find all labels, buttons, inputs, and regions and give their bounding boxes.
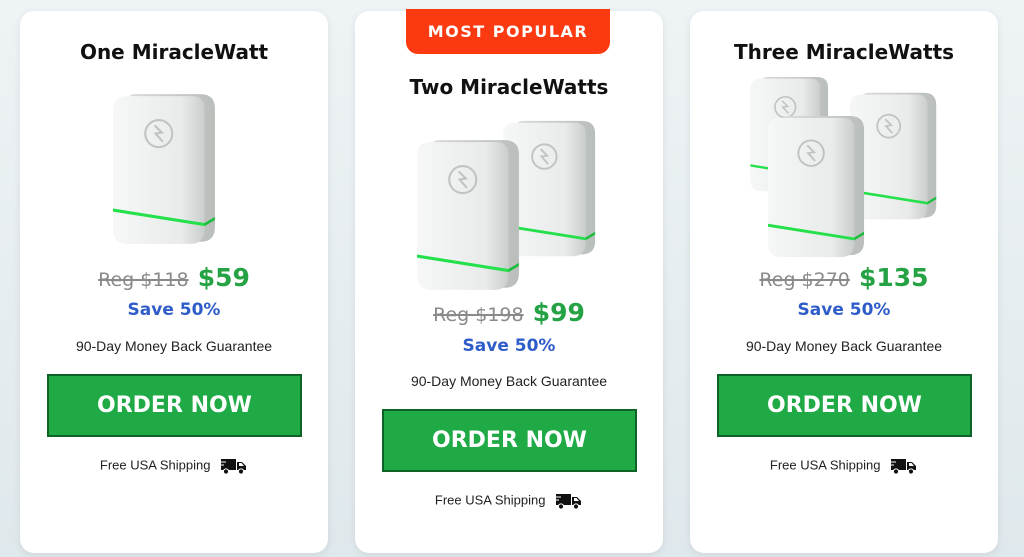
order-now-button[interactable]: ORDER NOW (47, 374, 302, 437)
most-popular-badge: MOST POPULAR (406, 9, 610, 54)
shipping-info: Free USA Shipping (20, 457, 328, 475)
product-card-two: MOST POPULAR Two MiracleWatts Reg $198 $… (355, 9, 663, 553)
product-title: Three MiracleWatts (733, 40, 955, 64)
product-image (113, 92, 217, 246)
shipping-label: Free USA Shipping (434, 492, 546, 508)
truck-icon (555, 492, 583, 510)
truck-icon (890, 457, 918, 475)
sale-price: $59 (197, 263, 250, 292)
product-image (749, 77, 938, 259)
price-row: Reg $118 $59 (20, 263, 328, 292)
save-label: Save 50% (127, 300, 221, 320)
regular-price: Reg $118 (98, 269, 189, 291)
order-now-button[interactable]: ORDER NOW (717, 374, 972, 437)
truck-icon (220, 457, 248, 475)
save-label: Save 50% (797, 300, 891, 320)
product-card-one: One MiracleWatt Reg $118 $59 Save 50% 90… (20, 11, 328, 553)
regular-price: Reg $270 (759, 269, 850, 291)
regular-price: Reg $198 (433, 304, 524, 326)
sale-price: $135 (859, 263, 929, 292)
guarantee-text: 90-Day Money Back Guarantee (410, 373, 608, 389)
price-row: Reg $270 $135 (690, 263, 998, 292)
product-card-three: Three MiracleWatts Reg $270 $135 Save 50… (690, 11, 998, 553)
shipping-info: Free USA Shipping (690, 457, 998, 475)
save-label: Save 50% (462, 336, 556, 356)
sale-price: $99 (532, 298, 585, 327)
order-now-button[interactable]: ORDER NOW (382, 409, 637, 472)
shipping-label: Free USA Shipping (99, 457, 211, 473)
product-title: Two MiracleWatts (409, 75, 609, 99)
shipping-info: Free USA Shipping (355, 492, 663, 510)
product-title: One MiracleWatt (79, 40, 269, 64)
product-image (417, 119, 597, 291)
guarantee-text: 90-Day Money Back Guarantee (75, 338, 273, 354)
guarantee-text: 90-Day Money Back Guarantee (745, 338, 943, 354)
price-row: Reg $198 $99 (355, 298, 663, 327)
shipping-label: Free USA Shipping (769, 457, 881, 473)
